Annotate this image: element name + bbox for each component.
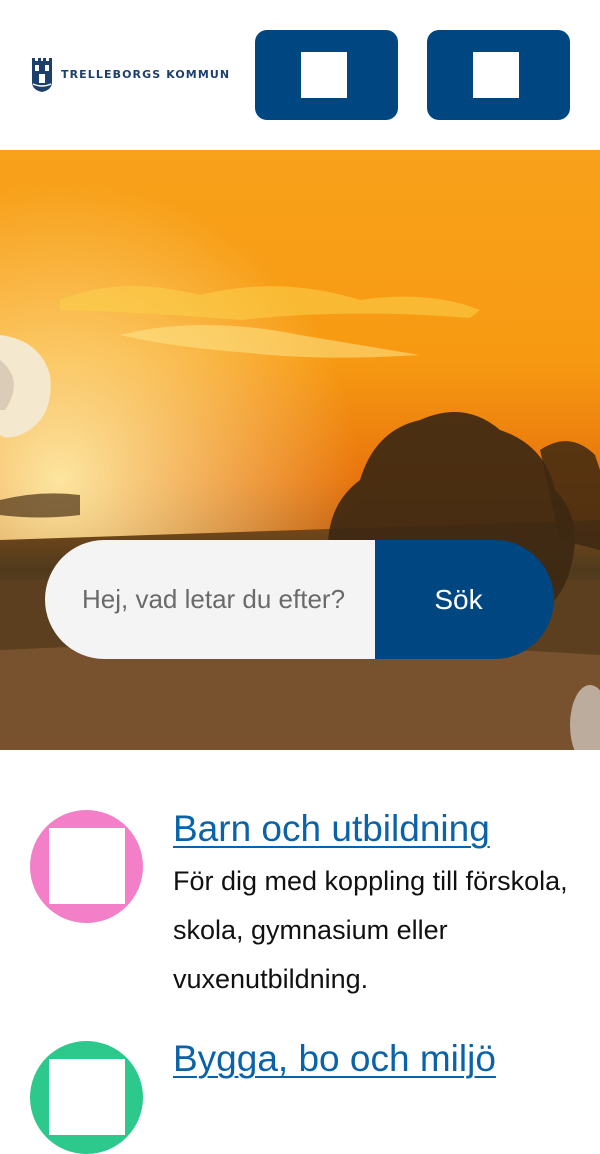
- search-submit-button[interactable]: Sök: [375, 540, 554, 659]
- site-header: TRELLEBORGS KOMMUN: [0, 0, 600, 150]
- category-link-barn-och-utbildning[interactable]: Barn och utbildning: [173, 807, 490, 851]
- logo-text: TRELLEBORGS KOMMUN: [61, 67, 231, 81]
- category-icon: [30, 1041, 143, 1154]
- menu-icon: [301, 52, 347, 98]
- search-icon: [473, 52, 519, 98]
- search-input[interactable]: [45, 540, 375, 659]
- category-description: För dig med koppling till förskola, skol…: [173, 866, 568, 994]
- hero-image: [0, 150, 600, 750]
- search-toggle-button[interactable]: [427, 30, 570, 120]
- castle-crest-icon: [32, 58, 52, 92]
- category-link-bygga-bo-och-miljo[interactable]: Bygga, bo och miljö: [173, 1037, 496, 1081]
- category-barn-och-utbildning: Barn och utbildning För dig med koppling…: [0, 807, 600, 1017]
- menu-button[interactable]: [255, 30, 398, 120]
- category-bygga-bo-och-miljo: Bygga, bo och miljö: [0, 1037, 600, 1154]
- search-form: Sök: [45, 540, 554, 659]
- category-icon: [30, 810, 143, 923]
- hero-banner: Sök: [0, 150, 600, 750]
- site-logo[interactable]: TRELLEBORGS KOMMUN: [30, 56, 230, 92]
